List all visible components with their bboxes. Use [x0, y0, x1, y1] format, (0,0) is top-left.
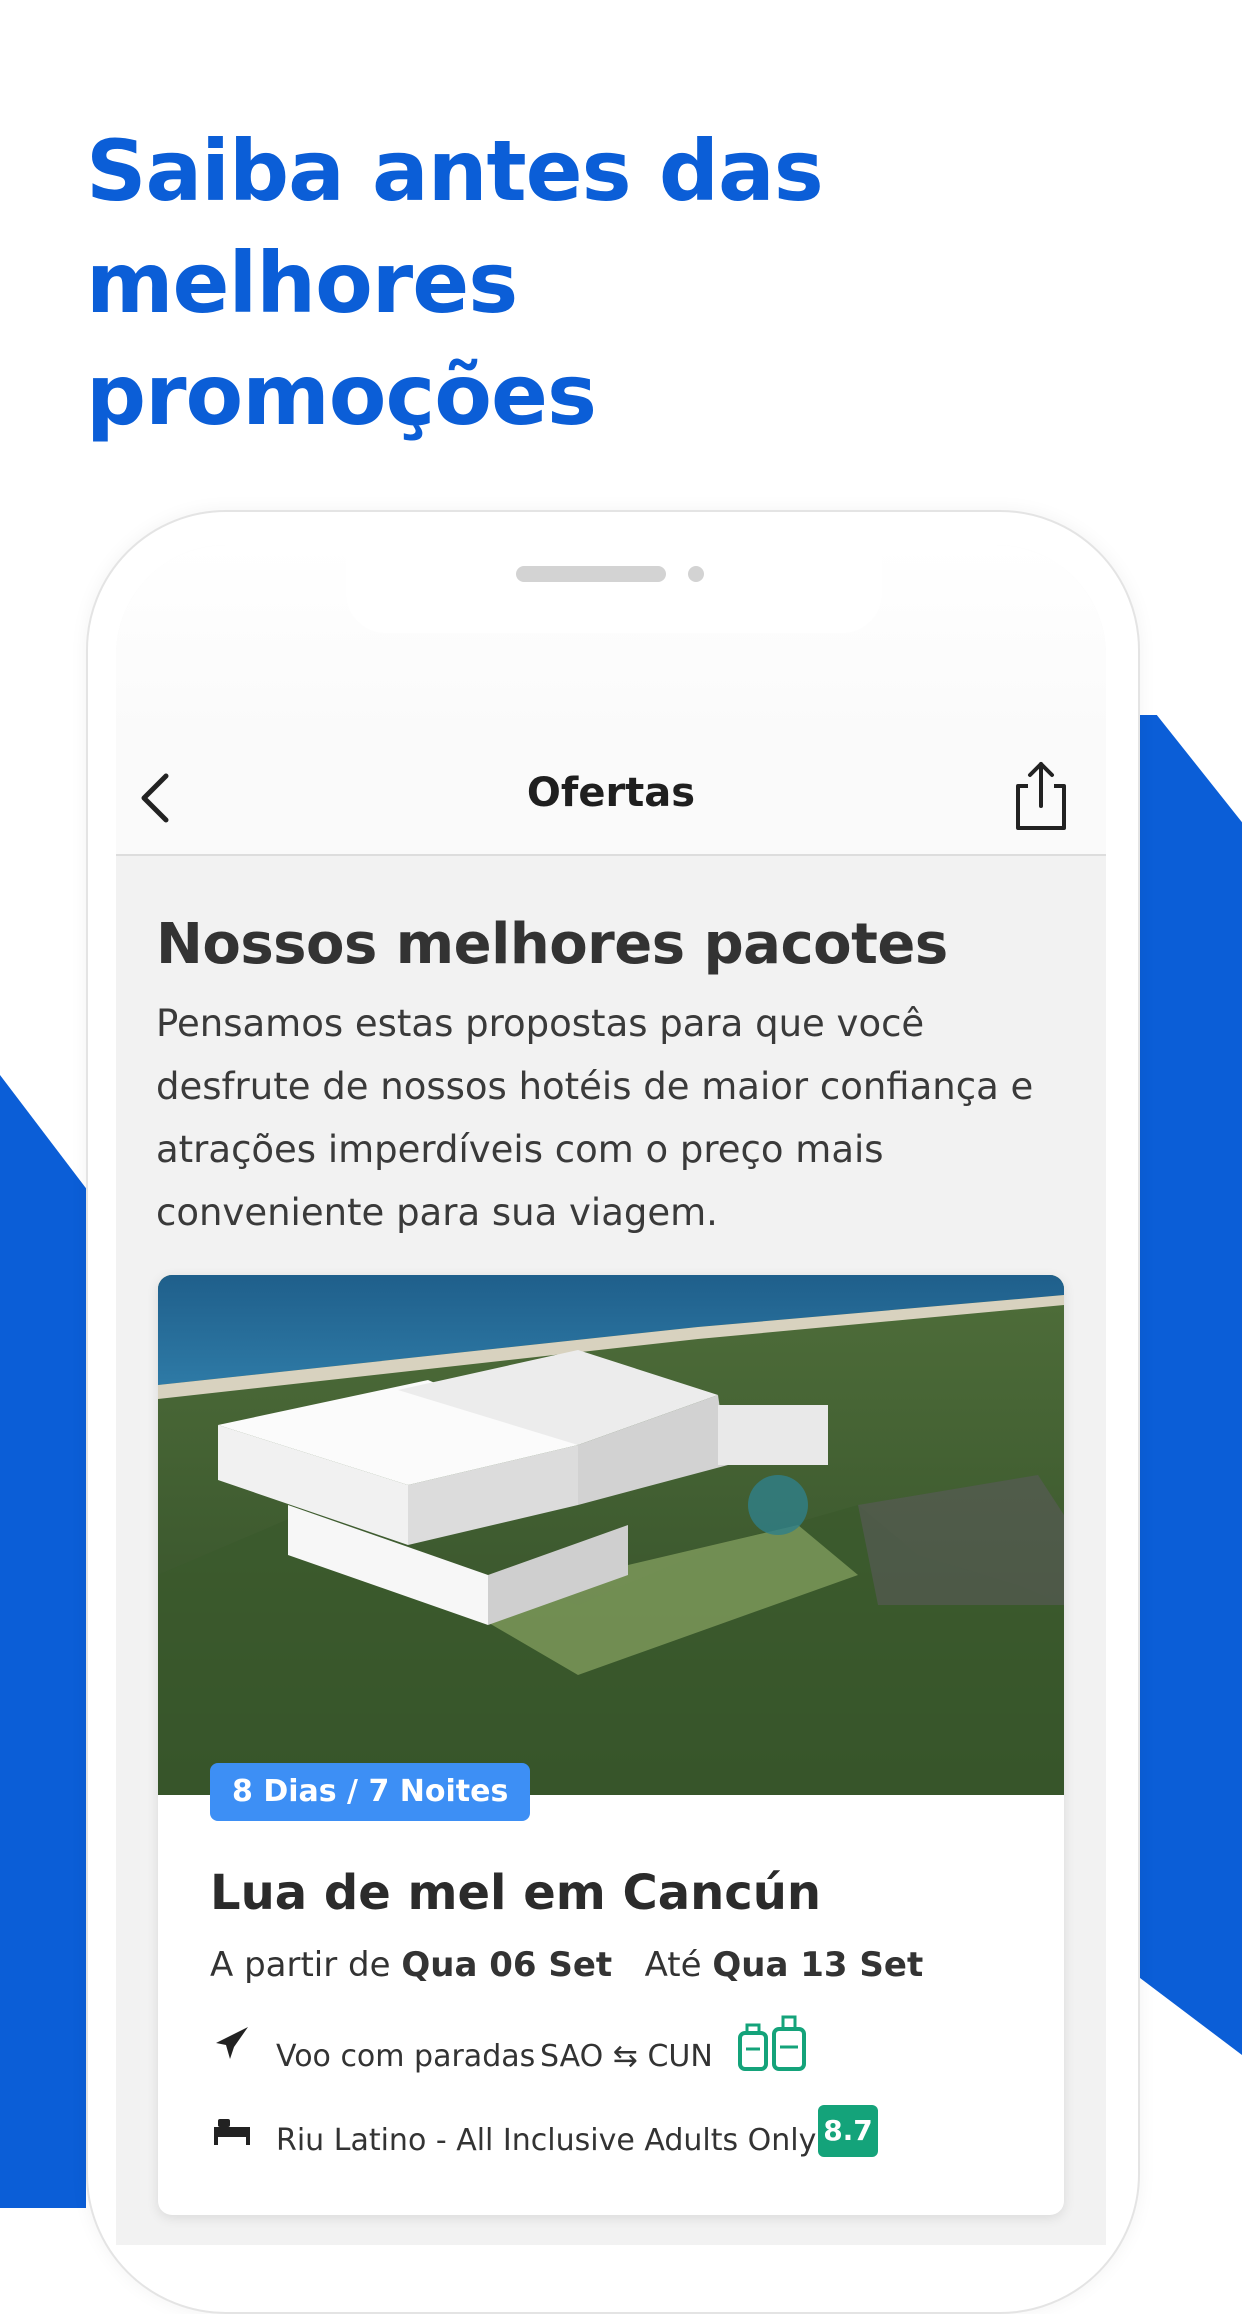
headline-line-1: Saiba antes das melhores: [86, 122, 824, 332]
flight-label: Voo com paradas: [276, 2039, 536, 2074]
luggage-icon: [738, 2015, 806, 2071]
to-date: Qua 13 Set: [712, 1945, 924, 1985]
decorative-blue-shape-left: [0, 1075, 86, 2208]
phone-camera: [688, 566, 704, 582]
hotel-name: Riu Latino - All Inclusive Adults Only: [276, 2123, 817, 2158]
section-title: Nossos melhores pacotes: [156, 912, 948, 977]
round-trip-arrows-icon: ⇆: [612, 2039, 638, 2074]
section-description: Pensamos estas propostas para que você d…: [156, 992, 1096, 1244]
page-title: Ofertas: [526, 770, 696, 816]
description-line: Pensamos estas propostas para que você: [156, 1002, 925, 1045]
description-line: conveniente para sua viagem.: [156, 1191, 718, 1234]
package-title: Lua de mel em Cancún: [210, 1865, 822, 1921]
from-date: Qua 06 Set: [401, 1945, 613, 1985]
duration-badge: 8 Dias / 7 Noites: [210, 1763, 531, 1821]
travel-dates: A partir de Qua 06 Set Até Qua 13 Set: [210, 1945, 923, 1985]
description-line: atrações imperdíveis com o preço mais: [156, 1128, 884, 1171]
description-line: desfrute de nossos hotéis de maior confi…: [156, 1065, 1034, 1108]
package-card[interactable]: 8 Dias / 7 Noites Lua de mel em Cancún A…: [158, 1275, 1064, 2215]
flight-route: SAO ⇆ CUN: [540, 2039, 713, 2074]
phone-notch: [346, 545, 882, 633]
promo-headline: Saiba antes das melhores promoções: [86, 115, 1186, 451]
hotel-photo: [158, 1275, 1064, 1795]
origin-code: SAO: [540, 2039, 604, 2074]
share-icon[interactable]: [1006, 756, 1076, 836]
airplane-icon: [216, 2027, 248, 2059]
from-label: A partir de: [210, 1945, 391, 1985]
phone-speaker: [516, 566, 666, 582]
rating-badge: 8.7: [818, 2105, 878, 2157]
headline-line-2: promoções: [86, 346, 597, 444]
destination-code: CUN: [647, 2039, 713, 2074]
bed-icon: [214, 2119, 250, 2145]
to-label: Até: [644, 1945, 702, 1985]
top-navbar: Ofertas: [116, 740, 1106, 856]
